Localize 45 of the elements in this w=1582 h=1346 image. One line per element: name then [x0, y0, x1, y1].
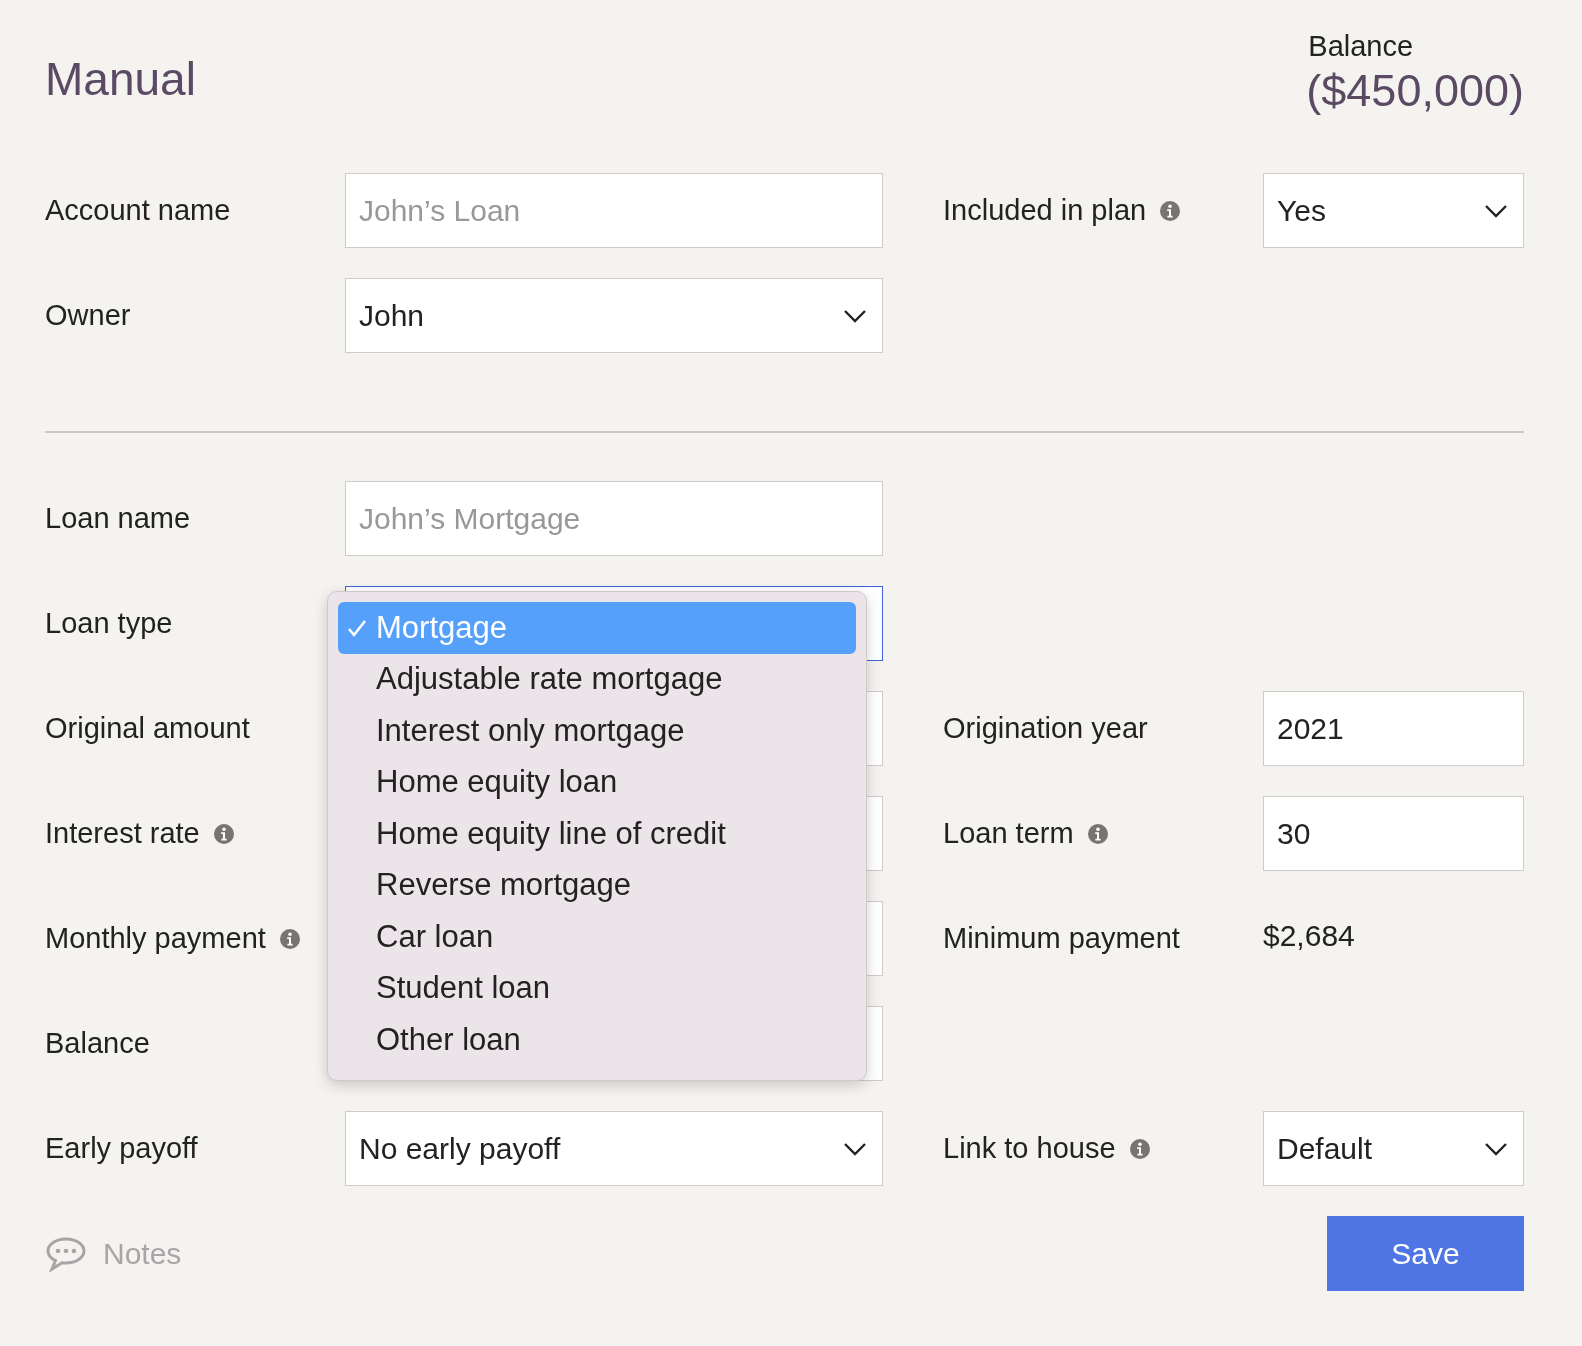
field-label: Loan name: [45, 502, 191, 535]
select-field[interactable]: Default: [1263, 1111, 1524, 1186]
chevron-down-icon: [1484, 203, 1508, 218]
balance-value: ($450,000): [1306, 65, 1524, 117]
dropdown-option[interactable]: Home equity line of credit: [338, 808, 856, 860]
balance-label: Balance: [1308, 30, 1414, 63]
info-icon[interactable]: [279, 928, 300, 949]
field-label: Owner: [45, 299, 131, 332]
info-icon[interactable]: [1087, 823, 1108, 844]
field-value: $2,684: [1263, 919, 1355, 953]
field-label: Monthly payment: [45, 922, 266, 955]
field-label: Account name: [45, 194, 231, 227]
dropdown-option[interactable]: Interest only mortgage: [338, 705, 856, 757]
field-label: Minimum payment: [943, 922, 1180, 955]
chevron-down-icon: [1484, 1141, 1508, 1156]
field-label: Loan term: [943, 817, 1074, 850]
field-label: Link to house: [943, 1132, 1116, 1165]
form-title: Manual: [45, 52, 196, 106]
select-field[interactable]: John: [345, 278, 883, 353]
checkmark-icon: [347, 618, 367, 638]
text-field[interactable]: John’s Loan: [345, 173, 883, 248]
info-icon[interactable]: [213, 823, 234, 844]
text-field[interactable]: 30: [1263, 796, 1524, 871]
info-icon[interactable]: [1129, 1138, 1150, 1159]
dropdown-option[interactable]: Car loan: [338, 911, 856, 963]
field-label: Original amount: [45, 712, 250, 745]
dropdown-option[interactable]: Adjustable rate mortgage: [338, 653, 856, 705]
dropdown-option[interactable]: Home equity loan: [338, 756, 856, 808]
dropdown-option[interactable]: Reverse mortgage: [338, 859, 856, 911]
field-label: Early payoff: [45, 1132, 198, 1165]
chevron-down-icon: [843, 1141, 867, 1156]
text-field[interactable]: 2021: [1263, 691, 1524, 766]
info-icon[interactable]: [1160, 200, 1181, 221]
dropdown-option[interactable]: Student loan: [338, 962, 856, 1014]
dropdown-option[interactable]: Other loan: [338, 1014, 856, 1066]
field-label: Interest rate: [45, 817, 200, 850]
text-field[interactable]: John’s Mortgage: [345, 481, 883, 556]
select-field[interactable]: No early payoff: [345, 1111, 883, 1186]
save-button[interactable]: Save: [1327, 1216, 1524, 1291]
field-label: Loan type: [45, 607, 173, 640]
select-field[interactable]: Yes: [1263, 173, 1524, 248]
field-label: Origination year: [943, 712, 1148, 745]
field-label: Included in plan: [943, 194, 1147, 227]
field-label: Balance: [45, 1027, 150, 1060]
chevron-down-icon: [843, 308, 867, 323]
